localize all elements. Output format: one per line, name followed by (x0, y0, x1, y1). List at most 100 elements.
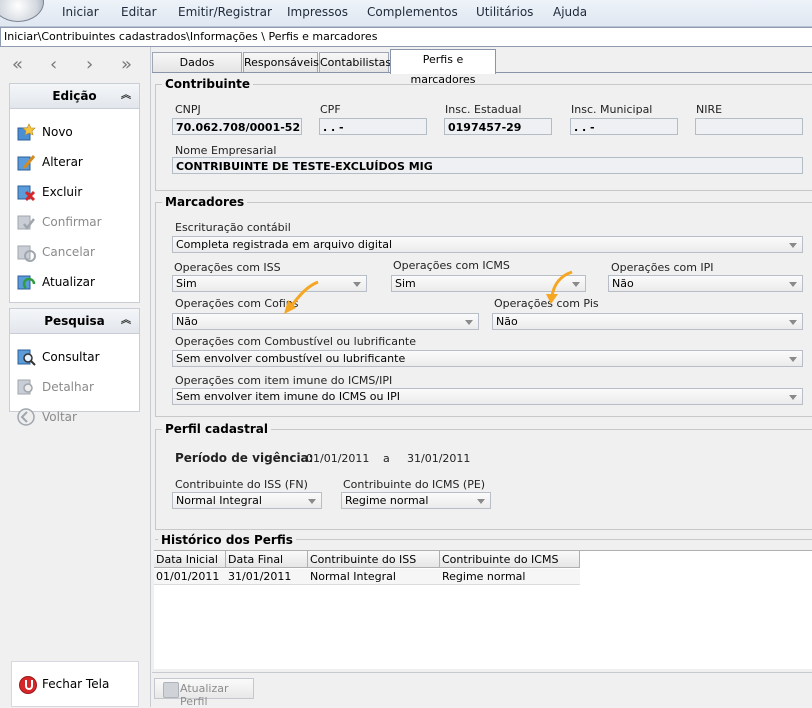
next-record-icon[interactable]: › (86, 56, 93, 74)
chevron-down-icon (353, 282, 361, 287)
combustivel-label: Operações com Combustível ou lubrificant… (175, 335, 417, 348)
iss-select[interactable]: Sim (172, 275, 367, 292)
edicao-group: Edição ︽ Novo Alterar Excluir Confirmar … (9, 83, 140, 303)
annotation-arrow-icon (546, 270, 573, 304)
chevron-down-icon (789, 243, 797, 248)
cpf-field[interactable]: . . - (319, 118, 427, 135)
search-icon (17, 349, 36, 366)
menu-complementos[interactable]: Complementos (367, 5, 458, 19)
contribuinte-icms-label: Contribuinte do ICMS (PE) (343, 478, 486, 491)
collapse-icon[interactable]: ︽ (121, 84, 131, 108)
pis-select[interactable]: Não (492, 313, 803, 330)
contribuinte-iss-select[interactable]: Normal Integral (172, 492, 322, 509)
novo-button[interactable]: Novo (10, 117, 139, 147)
refresh-icon (17, 275, 36, 290)
fechar-tela-button[interactable]: Fechar Tela (11, 661, 139, 707)
first-record-icon[interactable]: « (12, 56, 23, 74)
edit-icon (17, 155, 36, 171)
alterar-button[interactable]: Alterar (10, 147, 139, 177)
menu-utilitarios[interactable]: Utilitários (476, 5, 533, 19)
table-cell[interactable]: Regime normal (440, 569, 580, 585)
confirm-icon (17, 215, 35, 231)
prev-record-icon[interactable]: ‹ (50, 56, 57, 74)
nire-field[interactable] (695, 118, 803, 135)
cancel-icon (17, 245, 36, 262)
edicao-title: Edição (52, 89, 97, 103)
periodo-fim: 31/01/2011 (407, 452, 471, 465)
new-icon (17, 123, 36, 141)
menu-bar: Iniciar Editar Emitir/Registrar Impresso… (0, 0, 812, 27)
atualizar-button[interactable]: Atualizar (10, 267, 139, 297)
divider (152, 672, 812, 673)
escrituracao-select[interactable]: Completa registrada em arquivo digital (172, 236, 803, 253)
nome-empresarial-field[interactable]: CONTRIBUINTE DE TESTE-EXCLUÍDOS MIG (172, 157, 803, 174)
table-cell[interactable]: 01/01/2011 (154, 569, 226, 585)
menu-impressos[interactable]: Impressos (287, 5, 348, 19)
combustivel-select[interactable]: Sem envolver combustível ou lubrificante (172, 350, 803, 367)
table-cell[interactable]: Normal Integral (308, 569, 440, 585)
col-data-final[interactable]: Data Final (226, 551, 308, 568)
periodo-label: Período de vigência: (175, 451, 314, 465)
imune-label: Operações com item imune do ICMS/IPI (175, 374, 393, 387)
contribuinte-icms-select[interactable]: Regime normal (341, 492, 491, 509)
cnpj-field[interactable]: 70.062.708/0001-52 (172, 118, 302, 135)
menu-iniciar[interactable]: Iniciar (62, 5, 99, 19)
chevron-down-icon (789, 395, 797, 400)
voltar-button[interactable]: Voltar (10, 402, 139, 432)
back-icon (17, 408, 35, 426)
tab-contabilistas[interactable]: Contabilistas (319, 52, 391, 73)
historico-title: Histórico dos Perfis (158, 533, 296, 547)
collapse-icon[interactable]: ︽ (121, 309, 131, 333)
confirmar-button[interactable]: Confirmar (10, 207, 139, 237)
menu-ajuda[interactable]: Ajuda (553, 5, 587, 19)
col-contribuinte-iss[interactable]: Contribuinte do ISS (FN) (308, 551, 440, 583)
detalhar-button[interactable]: Detalhar (10, 372, 139, 402)
inscricao-estadual-field[interactable]: 0197457-29 (444, 118, 552, 135)
icms-label: Operações com ICMS (393, 259, 510, 272)
ie-label: Insc. Estadual (445, 103, 522, 116)
periodo-inicio: 01/01/2011 (306, 452, 370, 465)
tab-responsaveis[interactable]: Responsáveis (243, 52, 319, 73)
cofins-select[interactable]: Não (172, 313, 479, 330)
consultar-button[interactable]: Consultar (10, 342, 139, 372)
historico-table: Data Inicial Data Final Contribuinte do … (154, 550, 812, 669)
ipi-select[interactable]: Não (608, 275, 803, 292)
cpf-label: CPF (320, 103, 341, 116)
delete-icon (17, 185, 36, 202)
edicao-header[interactable]: Edição ︽ (10, 84, 139, 109)
tab-perfis-marcadores[interactable]: Perfis e marcadores (390, 49, 496, 86)
chevron-down-icon (789, 320, 797, 325)
inscricao-municipal-field[interactable]: . . - (570, 118, 678, 135)
historico-section: Histórico dos Perfis (155, 533, 812, 547)
pesquisa-header[interactable]: Pesquisa ︽ (10, 309, 139, 334)
col-data-inicial[interactable]: Data Inicial (154, 551, 226, 568)
power-icon (19, 676, 37, 694)
chevron-down-icon (465, 320, 473, 325)
cancelar-button[interactable]: Cancelar (10, 237, 139, 267)
periodo-separador: a (383, 452, 390, 465)
cnpj-label: CNPJ (175, 103, 201, 116)
table-cell[interactable]: 31/01/2011 (226, 569, 308, 585)
chevron-down-icon (477, 499, 485, 504)
update-profile-icon (163, 682, 179, 698)
nome-empresarial-label: Nome Empresarial (175, 144, 277, 157)
chevron-down-icon (789, 357, 797, 362)
col-contribuinte-icms[interactable]: Contribuinte do ICMS (PE) (440, 551, 580, 583)
escrituracao-label: Escrituração contábil (175, 221, 291, 234)
last-record-icon[interactable]: » (121, 56, 132, 74)
atualizar-perfil-button[interactable]: Atualizar Perfil (154, 678, 254, 708)
chevron-down-icon (308, 499, 316, 504)
contribuinte-iss-label: Contribuinte do ISS (FN) (175, 478, 308, 491)
im-label: Insc. Municipal (571, 103, 653, 116)
menu-emitir-registrar[interactable]: Emitir/Registrar (178, 5, 272, 19)
iss-label: Operações com ISS (174, 261, 281, 274)
imune-select[interactable]: Sem envolver item imune do ICMS ou IPI (172, 388, 803, 405)
excluir-button[interactable]: Excluir (10, 177, 139, 207)
chevron-down-icon (789, 282, 797, 287)
tab-bar: Dados cadastrais Responsáveis Contabilis… (152, 49, 812, 89)
contribuinte-title: Contribuinte (162, 77, 254, 91)
tab-dados-cadastrais[interactable]: Dados cadastrais (152, 52, 242, 89)
menu-editar[interactable]: Editar (121, 5, 157, 19)
annotation-arrow-icon (284, 280, 319, 314)
app-orb-icon[interactable] (0, 0, 44, 22)
